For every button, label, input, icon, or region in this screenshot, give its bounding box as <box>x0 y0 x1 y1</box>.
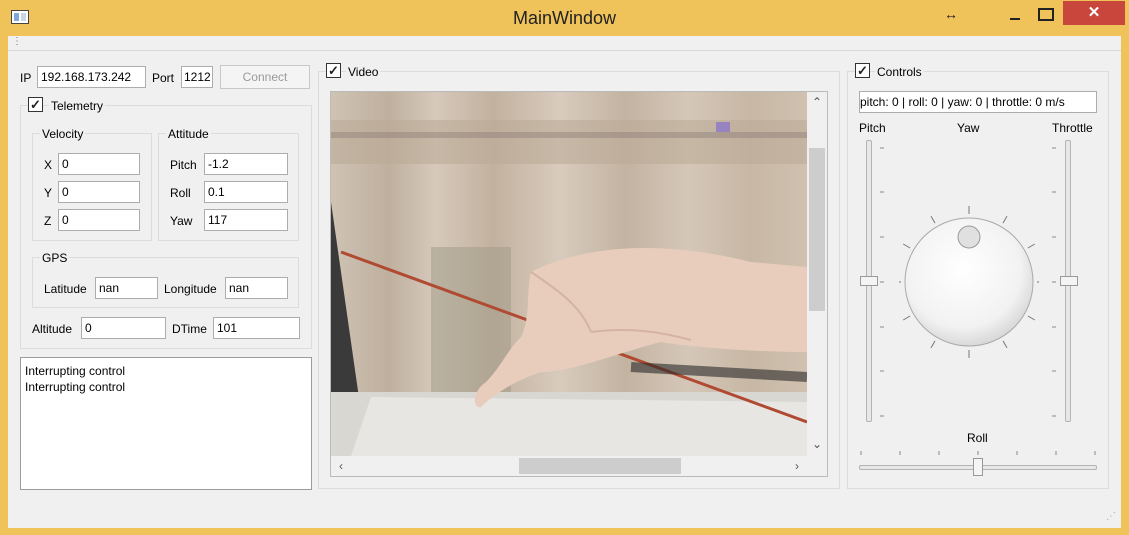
maximize-button[interactable] <box>1030 0 1060 28</box>
client-area: ⋮ IP Port Connect ✓ Telemetry Velocity X… <box>8 36 1121 528</box>
scroll-right-icon[interactable]: › <box>789 458 805 474</box>
yaw-field[interactable] <box>204 209 288 231</box>
pitch-field[interactable] <box>204 153 288 175</box>
video-label: Video <box>346 65 381 79</box>
scroll-down-icon[interactable]: ⌄ <box>809 436 825 452</box>
velocity-y-label: Y <box>44 186 53 200</box>
scroll-corner <box>807 456 827 476</box>
dtime-label: DTime <box>172 322 207 336</box>
main-window: MainWindow ↔ ✕ ⋮ IP Port Connect ✓ Telem… <box>0 0 1129 535</box>
log-line: Interrupting control <box>25 380 126 394</box>
controls-status-text: pitch: 0 | roll: 0 | yaw: 0 | throttle: … <box>860 95 1065 109</box>
yaw-dial-tick <box>902 315 911 321</box>
yaw-dial-label: Yaw <box>957 121 980 135</box>
connect-button[interactable]: Connect <box>220 65 310 89</box>
yaw-dial-indicator <box>957 225 981 249</box>
dtime-field[interactable] <box>213 317 300 339</box>
controls-label: Controls <box>875 65 924 79</box>
yaw-dial-tick <box>930 340 936 349</box>
throttle-slider-handle[interactable] <box>1060 276 1078 286</box>
video-view[interactable]: ⌃ ⌄ ‹ › <box>330 91 828 477</box>
telemetry-checkbox[interactable]: ✓ <box>28 97 43 112</box>
close-icon: ✕ <box>1087 4 1101 21</box>
video-image <box>331 120 807 456</box>
altitude-field[interactable] <box>81 317 166 339</box>
log-line: Interrupting control <box>25 364 126 378</box>
yaw-dial-tick <box>902 243 911 249</box>
port-label: Port <box>152 71 175 85</box>
altitude-label: Altitude <box>32 322 73 336</box>
minimize-button[interactable] <box>1000 0 1030 28</box>
video-checkbox[interactable]: ✓ <box>326 63 341 78</box>
roll-slider-label: Roll <box>967 431 988 445</box>
vertical-scroll-thumb[interactable] <box>809 148 825 311</box>
latitude-label: Latitude <box>44 282 87 296</box>
velocity-x-label: X <box>44 158 53 172</box>
controls-checkbox[interactable]: ✓ <box>855 63 870 78</box>
resize-icon: ↔ <box>944 6 958 22</box>
horizontal-scroll-thumb[interactable] <box>519 458 681 474</box>
video-horizontal-scrollbar[interactable]: ‹ › <box>331 456 807 476</box>
minimize-icon <box>1010 18 1020 20</box>
scroll-up-icon[interactable]: ⌃ <box>809 94 825 110</box>
gps-title: GPS <box>40 251 70 265</box>
size-grip-icon[interactable]: ⋰ <box>1106 511 1116 522</box>
yaw-label: Yaw <box>170 214 193 228</box>
longitude-field[interactable] <box>225 277 288 299</box>
menu-grip-icon: ⋮ <box>12 36 22 47</box>
roll-label: Roll <box>170 186 191 200</box>
latitude-field[interactable] <box>95 277 158 299</box>
video-frame <box>331 92 807 456</box>
velocity-z-field[interactable] <box>58 209 140 231</box>
window-title: MainWindow <box>512 8 617 28</box>
title-bar[interactable]: MainWindow ↔ ✕ <box>0 0 1129 36</box>
yaw-dial-tick <box>930 215 936 224</box>
log-output[interactable]: Interrupting control Interrupting contro… <box>20 357 312 490</box>
pitch-label: Pitch <box>170 158 197 172</box>
roll-slider-handle[interactable] <box>973 458 983 476</box>
velocity-title: Velocity <box>40 127 86 141</box>
roll-field[interactable] <box>204 181 288 203</box>
roll-slider-ticks <box>860 451 1096 455</box>
port-field[interactable] <box>181 66 213 88</box>
yaw-dial-tick <box>1002 340 1008 349</box>
menu-bar[interactable]: ⋮ <box>8 36 1121 51</box>
telemetry-label: Telemetry <box>49 99 106 113</box>
scroll-left-icon[interactable]: ‹ <box>333 458 349 474</box>
yaw-dial[interactable] <box>899 202 1039 362</box>
yaw-dial-tick <box>1027 243 1036 249</box>
velocity-z-label: Z <box>44 214 52 228</box>
velocity-y-field[interactable] <box>58 181 140 203</box>
velocity-x-field[interactable] <box>58 153 140 175</box>
longitude-label: Longitude <box>164 282 217 296</box>
ip-field[interactable] <box>37 66 146 88</box>
yaw-dial-tick <box>1002 215 1008 224</box>
close-button[interactable]: ✕ <box>1063 1 1125 25</box>
yaw-dial-tick <box>1027 315 1036 321</box>
maximize-icon <box>1038 8 1054 21</box>
video-vertical-scrollbar[interactable]: ⌃ ⌄ <box>807 92 827 456</box>
throttle-slider-label: Throttle <box>1052 121 1093 135</box>
pitch-slider-label: Pitch <box>859 121 886 135</box>
controls-status-field[interactable]: pitch: 0 | roll: 0 | yaw: 0 | throttle: … <box>859 91 1097 113</box>
ip-label: IP <box>20 71 32 85</box>
attitude-title: Attitude <box>166 127 211 141</box>
